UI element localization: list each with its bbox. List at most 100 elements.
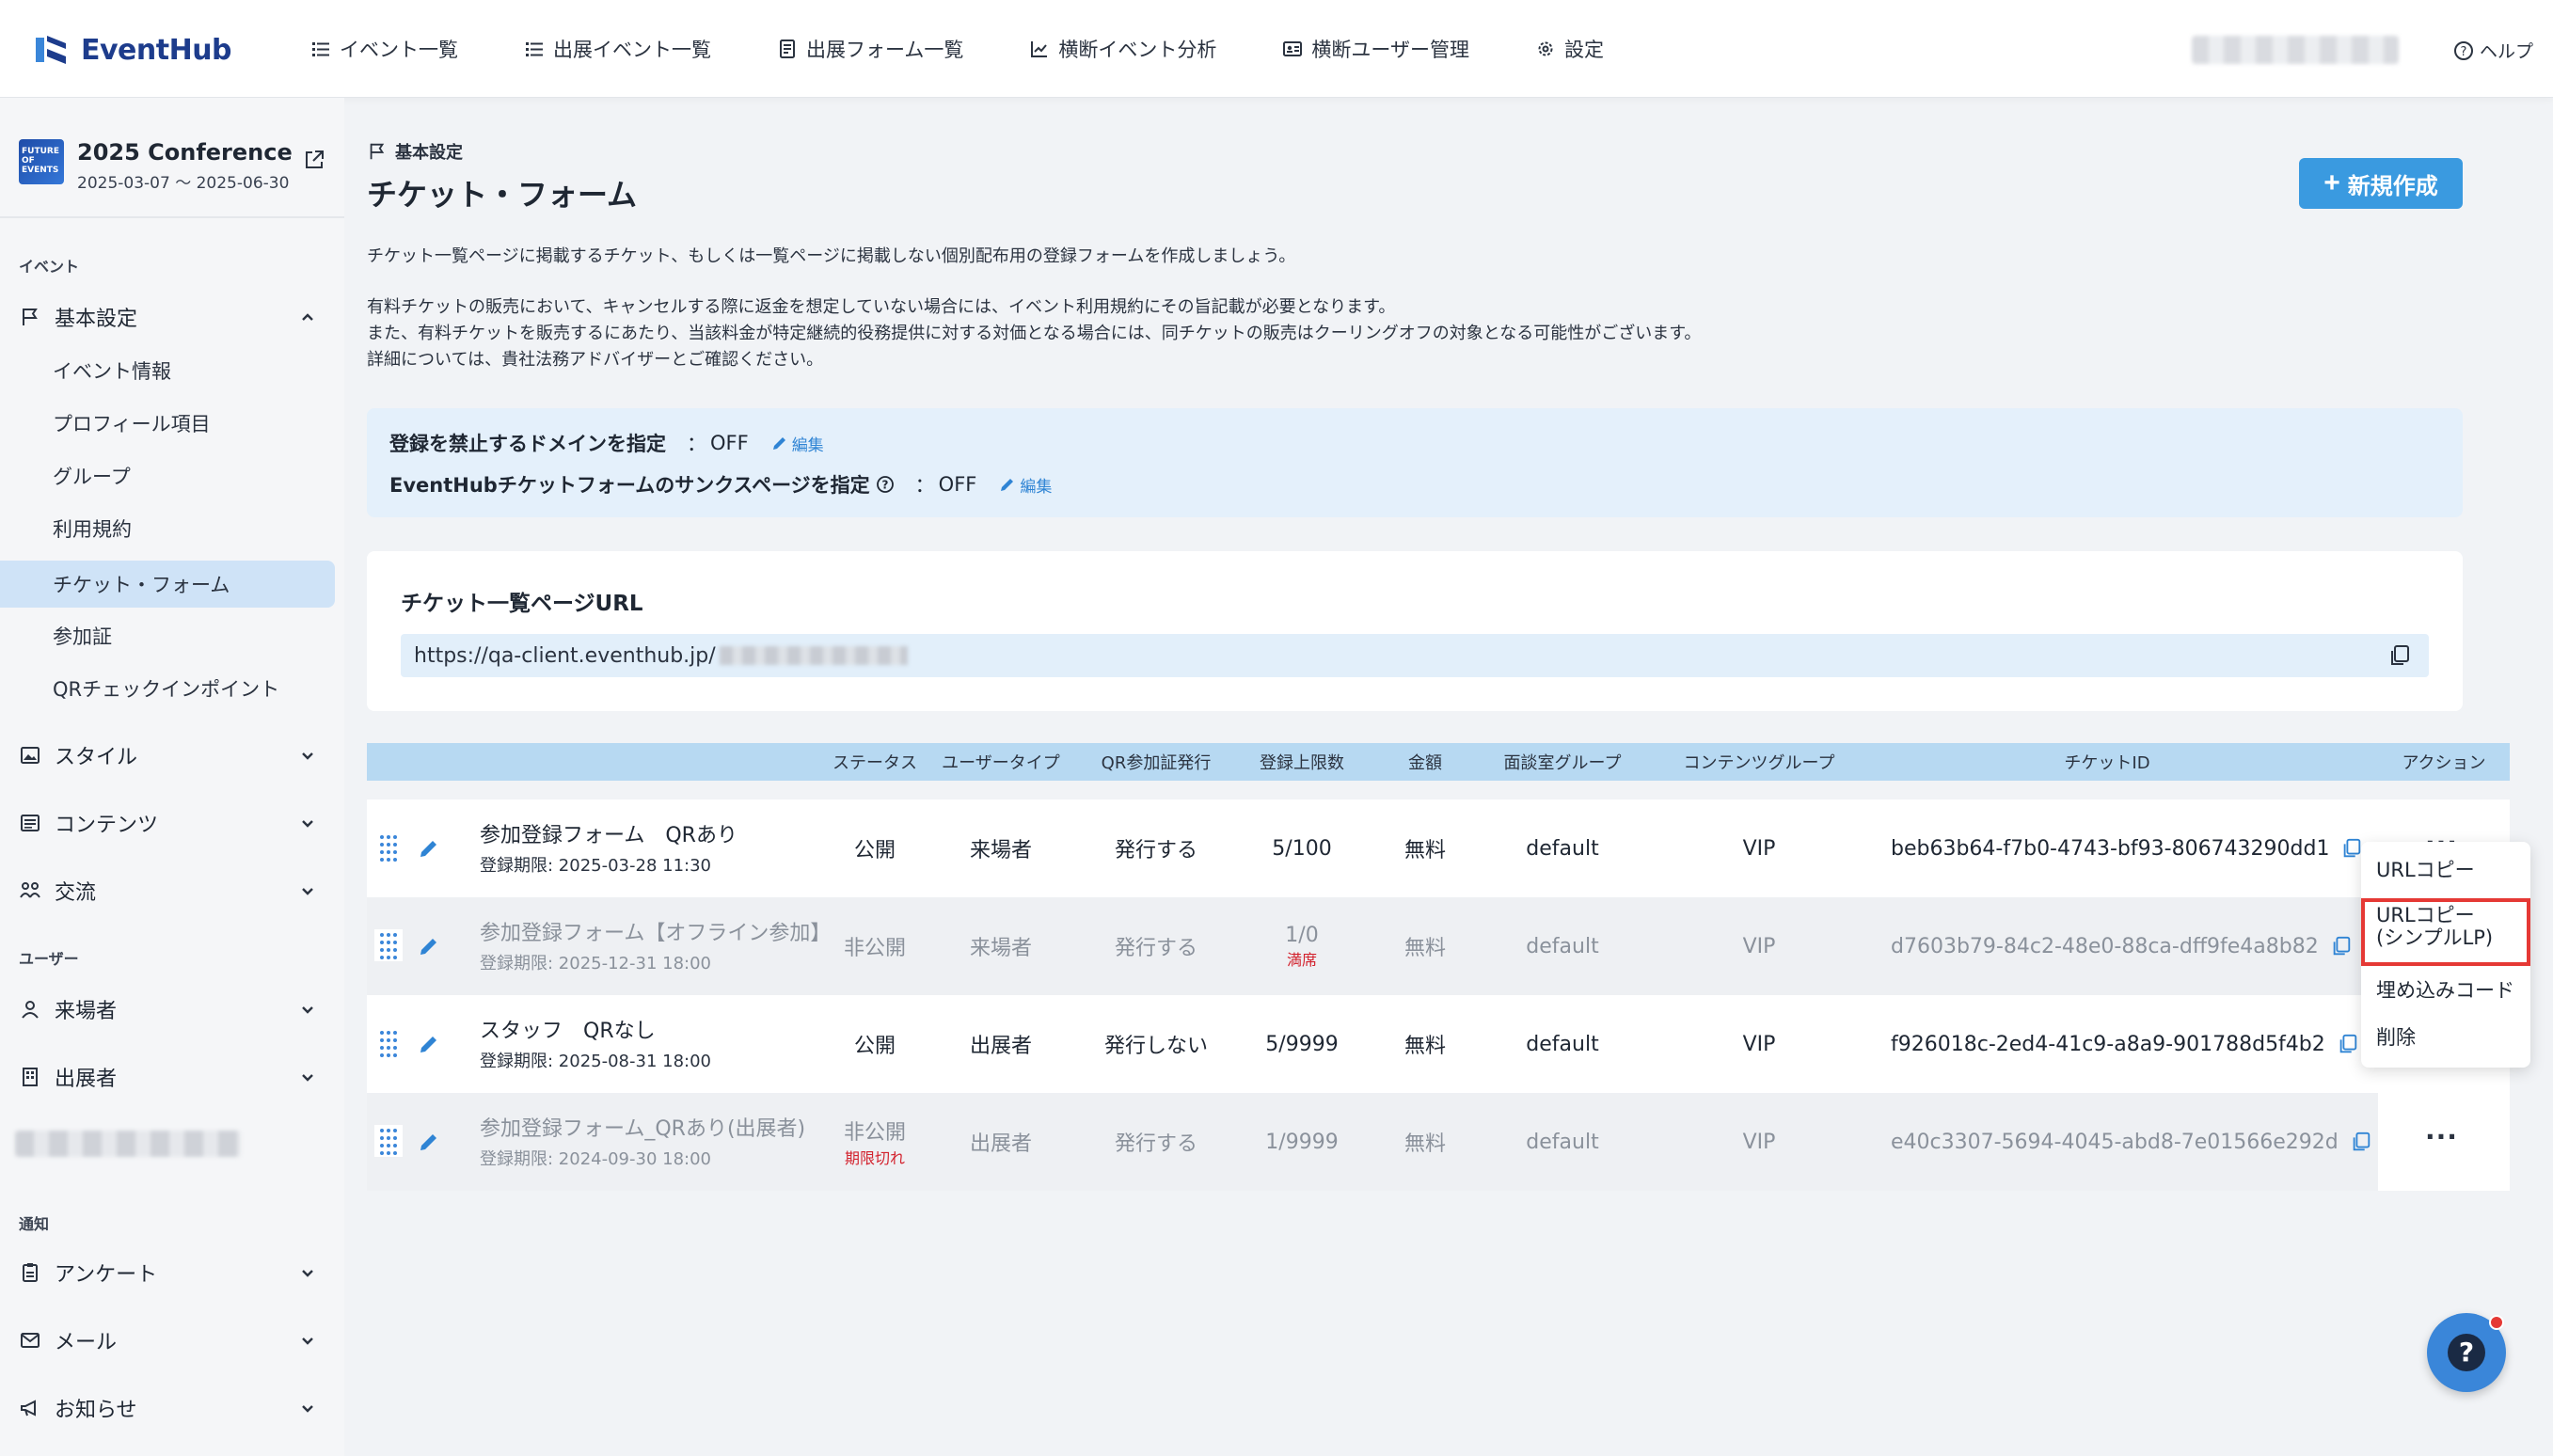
sidebar-item-contents[interactable]: コンテンツ xyxy=(19,799,335,847)
menu-delete[interactable]: 削除 xyxy=(2376,1022,2416,1051)
ticket-status: 公開 xyxy=(818,995,931,1093)
chevron-up-icon xyxy=(302,313,313,321)
help-link[interactable]: ? ヘルプ xyxy=(2453,38,2533,63)
domain-restriction-colon: ： xyxy=(687,433,706,455)
eventhub-logo-icon xyxy=(36,36,66,64)
page-title: チケット・フォーム xyxy=(367,177,638,213)
nav-event-list[interactable]: イベント一覧 xyxy=(310,32,458,66)
table-row[interactable]: 参加登録フォーム_QRあり(出展者) 登録期限: 2024-09-30 18:0… xyxy=(367,1093,2510,1191)
more-actions-button[interactable]: ··· xyxy=(2425,1121,2458,1152)
sidebar-divider xyxy=(0,216,344,218)
copy-icon[interactable] xyxy=(2387,643,2412,668)
sidebar-item-basic-settings[interactable]: 基本設定 xyxy=(19,293,335,340)
domain-restriction-value: OFF xyxy=(710,432,749,454)
ticket-deadline: 登録期限: 2025-12-31 18:00 xyxy=(480,954,711,973)
drag-handle-icon[interactable] xyxy=(374,831,403,863)
event-dates: 2025-03-07 ～ 2025-06-30 xyxy=(77,174,290,193)
sidebar-item-profile-fields[interactable]: プロフィール項目 xyxy=(53,404,211,442)
status-text: 非公開 xyxy=(843,937,906,960)
drag-handle-icon[interactable] xyxy=(374,1125,403,1157)
limit-text: 1/0 xyxy=(1285,923,1319,947)
pencil-icon xyxy=(772,437,785,450)
svg-text:?: ? xyxy=(2459,1337,2474,1368)
create-new-button[interactable]: + 新規作成 xyxy=(2299,158,2463,209)
document-list-icon xyxy=(21,815,40,831)
nav-cross-event-analysis[interactable]: 横断イベント分析 xyxy=(1029,32,1216,66)
ticket-room-group: default xyxy=(1526,836,1599,861)
sidebar-item-qr-checkin[interactable]: QRチェックインポイント xyxy=(53,670,279,707)
pencil-icon[interactable] xyxy=(418,1131,440,1153)
table-row[interactable]: 参加登録フォーム QRあり 登録期限: 2025-03-28 11:30 公開 … xyxy=(367,799,2510,897)
user-name-blurred[interactable] xyxy=(2192,36,2399,64)
sidebar-item-exchange[interactable]: 交流 xyxy=(19,867,335,914)
sidebar-item-mail[interactable]: メール xyxy=(19,1317,335,1364)
menu-embed-code[interactable]: 埋め込みコード xyxy=(2376,975,2514,1004)
sidebar-item-news[interactable]: お知らせ xyxy=(19,1385,335,1432)
description-line-2: 有料チケットの販売において、キャンセルする際に返金を想定していない場合には、イベ… xyxy=(367,297,1396,317)
sidebar-item-groups[interactable]: グループ xyxy=(53,457,131,495)
chevron-down-icon xyxy=(302,752,313,760)
sidebar-item-badge[interactable]: 参加証 xyxy=(53,617,112,655)
question-circle-icon[interactable]: ? xyxy=(876,475,895,494)
sidebar-item-terms[interactable]: 利用規約 xyxy=(53,510,132,547)
sidebar-section-event: イベント xyxy=(19,258,80,276)
event-card[interactable]: FUTURE OF EVENTS 2025 Conference 2025-03… xyxy=(19,139,320,196)
table-row[interactable]: 参加登録フォーム【オフライン参加】 登録期限: 2025-12-31 18:00… xyxy=(367,897,2510,995)
ticket-user-type: 来場者 xyxy=(969,839,1032,863)
domain-restriction-label: 登録を禁止するドメインを指定 xyxy=(389,433,666,455)
col-status: ステータス xyxy=(832,753,917,773)
ticket-status: 非公開 xyxy=(818,897,931,995)
question-bubble-icon: ? xyxy=(2448,1334,2485,1371)
table-row[interactable]: スタッフ QRなし 登録期限: 2025-08-31 18:00 公開 出展者 … xyxy=(367,995,2510,1093)
description-line-4: 詳細については、貴社法務アドバイザーとご確認ください。 xyxy=(367,350,824,370)
sidebar-item-tickets-forms[interactable]: チケット・フォーム xyxy=(53,565,230,603)
nav-cross-user-management[interactable]: 横断ユーザー管理 xyxy=(1282,32,1469,66)
ticket-limit: 5/9999 xyxy=(1236,995,1368,1093)
sidebar-item-style[interactable]: スタイル xyxy=(19,732,335,779)
col-ticket-id: チケットID xyxy=(2064,753,2150,773)
copy-icon[interactable] xyxy=(2330,935,2353,957)
list-icon xyxy=(526,42,543,56)
sidebar-item-visitors[interactable]: 来場者 xyxy=(19,986,335,1033)
description-line-3: また、有料チケットを販売するにあたり、当該料金が特定継続的役務提供に対する対価と… xyxy=(367,324,1702,343)
ticket-qr: 発行する xyxy=(1114,937,1197,960)
domain-restriction-edit-link[interactable]: 編集 xyxy=(771,432,824,455)
chevron-down-icon xyxy=(302,888,313,895)
nav-settings[interactable]: 設定 xyxy=(1535,32,1604,66)
copy-icon[interactable] xyxy=(2350,1131,2372,1153)
drag-handle-icon[interactable] xyxy=(374,1027,403,1059)
domain-restriction-row: 登録を禁止するドメインを指定 ： OFF 編集 xyxy=(389,429,824,457)
sidebar-item-label: 交流 xyxy=(55,881,97,905)
ticket-list-url-card: チケット一覧ページURL https://qa-client.eventhub.… xyxy=(367,551,2463,711)
sidebar-item-exhibitors[interactable]: 出展者 xyxy=(19,1053,335,1100)
ticket-limit: 1/0 満席 xyxy=(1236,897,1368,995)
ticket-content-group: VIP xyxy=(1742,1032,1776,1056)
external-link-icon[interactable] xyxy=(303,149,325,171)
ticket-name: 参加登録フォーム【オフライン参加】 xyxy=(480,922,832,945)
main-nav: イベント一覧 出展イベント一覧 出展フォーム一覧 横断イベント分析 横断ユーザー… xyxy=(310,32,1670,66)
mail-icon xyxy=(21,1333,40,1348)
nav-exhibit-event-list[interactable]: 出展イベント一覧 xyxy=(524,32,711,66)
limit-note: 満席 xyxy=(1286,950,1317,969)
sidebar-item-label: 来場者 xyxy=(55,1000,118,1023)
pencil-icon[interactable] xyxy=(418,837,440,860)
ticket-price: 無料 xyxy=(1403,1132,1446,1156)
sidebar-item-survey[interactable]: アンケート xyxy=(19,1249,335,1296)
ticket-id-cell: d7603b79-84c2-48e0-88ca-dff9fe4a8b82 xyxy=(1872,897,2380,995)
sidebar-blurred-item[interactable] xyxy=(15,1131,241,1157)
thanks-page-edit-link[interactable]: 編集 xyxy=(999,473,1052,497)
ticket-status: 非公開 期限切れ xyxy=(818,1093,931,1191)
ticket-user-type: 出展者 xyxy=(969,1132,1032,1156)
nav-exhibit-form-list[interactable]: 出展フォーム一覧 xyxy=(777,32,963,66)
copy-icon[interactable] xyxy=(2340,837,2363,860)
pencil-icon[interactable] xyxy=(418,935,440,957)
eventhub-logo[interactable]: EventHub xyxy=(32,26,232,73)
sidebar-item-event-info[interactable]: イベント情報 xyxy=(53,352,171,389)
pencil-icon[interactable] xyxy=(418,1033,440,1055)
drag-handle-icon[interactable] xyxy=(374,929,403,961)
col-limit: 登録上限数 xyxy=(1260,753,1344,773)
nav-label: 横断イベント分析 xyxy=(1058,39,1217,61)
menu-copy-url[interactable]: URLコピー xyxy=(2376,855,2475,883)
copy-icon[interactable] xyxy=(2337,1033,2359,1055)
ticket-list-url-field[interactable]: https://qa-client.eventhub.jp/ xyxy=(401,634,2429,677)
